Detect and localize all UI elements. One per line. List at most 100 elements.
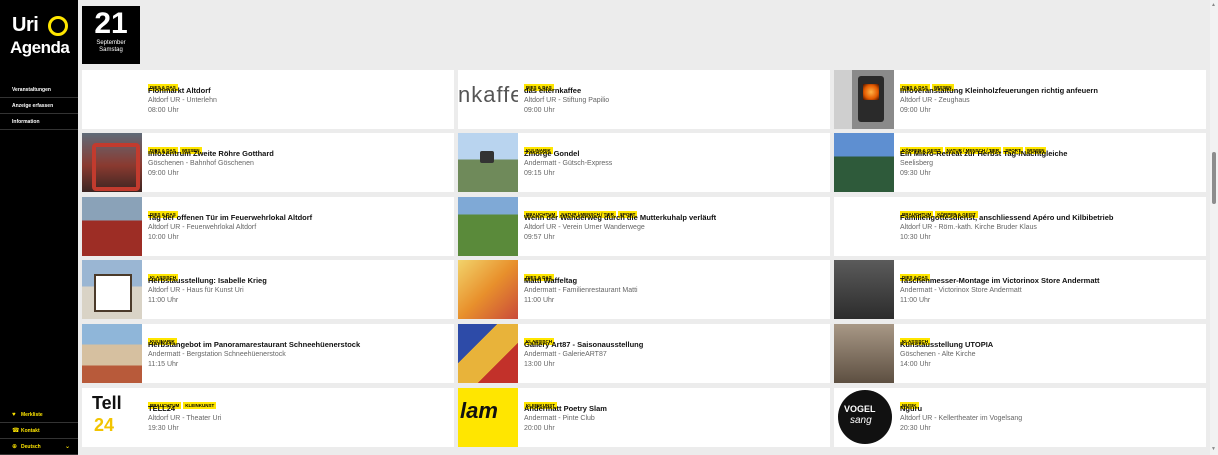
event-thumbnail [82, 260, 142, 319]
event-title[interactable]: Matti Waffeltag [524, 276, 824, 286]
event-title[interactable]: Zmorge Gondel [524, 149, 824, 159]
event-tags: Körper & Geist Natur / Mensch / Tier Sport… [900, 139, 1200, 154]
nav-item-veranstaltungen[interactable]: Veranstaltungen [0, 82, 78, 98]
kontakt-label: Kontakt [21, 428, 40, 434]
event-body: Musik Nguru Altdorf UR - Kellertheater im … [900, 394, 1200, 434]
scroll-down-icon[interactable]: ▼ [1211, 446, 1216, 452]
event-location: Altdorf UR - Verein Urner Wanderwege [524, 224, 645, 231]
event-thumbnail: lam [458, 388, 518, 447]
event-location: Altdorf UR - Unterlehn [148, 97, 217, 104]
event-body: Dies & Das Taschenmesser-Montage im Victo… [900, 266, 1200, 306]
event-title[interactable]: Nguru [900, 404, 1200, 414]
event-thumbnail [458, 324, 518, 383]
event-card[interactable]: Dies & Das Flohmarkt Altdorf Altdorf UR - … [82, 70, 454, 129]
nav-item-information[interactable]: Information [0, 114, 78, 130]
date-weekday: Samstag [99, 47, 123, 53]
event-time: 20:00 Uhr [524, 425, 555, 432]
event-thumbnail: VOGEL sang [834, 388, 894, 447]
category-tag[interactable]: Kleinkunst [183, 402, 217, 409]
event-body: Klassisch Herbstausstellung: Isabelle Kri… [148, 266, 448, 306]
event-time: 11:00 Uhr [148, 297, 179, 304]
scroll-thumb[interactable] [1212, 152, 1216, 204]
event-card[interactable]: Brauchtum Körper & Geist Familiengottesdie… [834, 197, 1206, 256]
event-body: Körper & Geist Natur / Mensch / Tier Sport… [900, 139, 1200, 179]
event-title[interactable]: Gallery Art87 - Saisonausstellung [524, 340, 824, 350]
globe-icon: ⊕ [12, 444, 18, 450]
event-title[interactable]: Herbstausstellung: Isabelle Krieg [148, 276, 448, 286]
event-title[interactable]: Herbstangebot im Panoramarestaurant Schn… [148, 340, 448, 350]
event-title[interactable]: Kunstausstellung UTOPIA [900, 340, 1200, 350]
event-card[interactable]: Kulinarik Zmorge Gondel Andermatt - Gütsch… [458, 133, 830, 192]
event-body: Dies & Das Tag der offenen Tür im Feuerwe… [148, 203, 448, 243]
event-card[interactable]: lam Kleinkunst Andermatt Poetry Slam Anderm… [458, 388, 830, 447]
event-location: Andermatt - GalerieART87 [524, 351, 607, 358]
event-card[interactable]: Brauchtum Natur / Mensch / Tier Sport Wenn … [458, 197, 830, 256]
event-location: Altdorf UR - Haus für Kunst Uri [148, 287, 244, 294]
event-title[interactable]: Andermatt Poetry Slam [524, 404, 824, 414]
event-card[interactable]: Klassisch Kunstausstellung UTOPIA Göschene… [834, 324, 1206, 383]
event-tags: Klassisch [900, 330, 1200, 345]
event-body: Dies & Das Flohmarkt Altdorf Altdorf UR - … [148, 76, 448, 116]
scroll-up-icon[interactable]: ▲ [1211, 2, 1216, 8]
language-select[interactable]: ⊕ Deutsch ⌄ [0, 439, 78, 455]
app-root: Uri Agenda Veranstaltungen Anzeige erfas… [0, 0, 1218, 455]
thumb-text-2: sang [850, 415, 872, 426]
event-title[interactable]: das elternkaffee [524, 86, 824, 96]
event-card[interactable]: Dies & Das Taschenmesser-Montage im Victo… [834, 260, 1206, 319]
event-row: Dies & Das Flohmarkt Altdorf Altdorf UR - … [82, 70, 1208, 129]
event-title[interactable]: Familiengottesdienst, anschliessend Apér… [900, 213, 1200, 223]
uri-agenda-logo[interactable]: Uri Agenda [4, 8, 74, 64]
event-tags: Kulinarik [148, 330, 448, 345]
event-body: Kulinarik Zmorge Gondel Andermatt - Gütsch… [524, 139, 824, 179]
event-time: 14:00 Uhr [900, 361, 931, 368]
event-body: Dies & Das Matti Waffeltag Andermatt - Fam… [524, 266, 824, 306]
event-body: Dies & Das Wissen Infozentrum Zweite Röhre… [148, 139, 448, 179]
event-card[interactable]: Dies & Das Tag der offenen Tür im Feuerwe… [82, 197, 454, 256]
thumb-text: lam [460, 398, 498, 423]
event-tags: Kulinarik [524, 139, 824, 154]
date-tile[interactable]: 21 September Samstag [82, 6, 140, 64]
event-location: Altdorf UR - Kellertheater im Vogelsang [900, 415, 1023, 422]
event-tags: Brauchtum Körper & Geist [900, 203, 1200, 218]
logo-agenda-text: Agenda [10, 38, 70, 57]
scrollbar[interactable]: ▲ ▼ [1210, 0, 1218, 455]
event-card[interactable]: nkaffe Dies & Das das elternkaffee Altdorf … [458, 70, 830, 129]
event-tags: Brauchtum Kleinkunst [148, 394, 448, 409]
event-card[interactable]: Tell 24 Brauchtum Kleinkunst TELL24 Altdorf U… [82, 388, 454, 447]
merkliste-link[interactable]: ♥ Merkliste [0, 407, 78, 423]
event-card[interactable]: Körper & Geist Natur / Mensch / Tier Sport… [834, 133, 1206, 192]
event-time: 11:00 Uhr [524, 297, 555, 304]
event-card[interactable]: VOGEL sang Musik Nguru Altdorf UR - Kellerth… [834, 388, 1206, 447]
event-time: 08:00 Uhr [148, 107, 179, 114]
event-card[interactable]: Dies & Das Wissen Infoveranstaltung Kleinh… [834, 70, 1206, 129]
kontakt-link[interactable]: ☎ Kontakt [0, 423, 78, 439]
event-row: Tell 24 Brauchtum Kleinkunst TELL24 Altdorf U… [82, 388, 1208, 447]
event-card[interactable]: Dies & Das Matti Waffeltag Andermatt - Fam… [458, 260, 830, 319]
event-card[interactable]: Kulinarik Herbstangebot im Panoramarestau… [82, 324, 454, 383]
event-time: 09:15 Uhr [524, 170, 555, 177]
event-title[interactable]: Tag der offenen Tür im Feuerwehrlokal Al… [148, 213, 448, 223]
thumb-text: nkaffe [458, 82, 518, 107]
event-time: 11:15 Uhr [148, 361, 179, 368]
nav-item-anzeige-erfassen[interactable]: Anzeige erfassen [0, 98, 78, 114]
sidebar-bottom: ♥ Merkliste ☎ Kontakt ⊕ Deutsch ⌄ [0, 407, 78, 455]
event-card[interactable]: Klassisch Herbstausstellung: Isabelle Kri… [82, 260, 454, 319]
event-title[interactable]: Infozentrum Zweite Röhre Gotthard [148, 149, 448, 159]
event-title[interactable]: Taschenmesser-Montage im Victorinox Stor… [900, 276, 1200, 286]
event-location: Andermatt - Bergstation Schneehüenerstoc… [148, 351, 286, 358]
event-location: Altdorf UR - Zeughaus [900, 97, 970, 104]
main-nav: Veranstaltungen Anzeige erfassen Informa… [0, 82, 78, 130]
event-title[interactable]: Infoveranstaltung Kleinholzfeuerungen ri… [900, 86, 1200, 96]
event-title[interactable]: Ein Mikro-Retreat zur Herbst Tag-/Nachtg… [900, 149, 1200, 159]
event-title[interactable]: Flohmarkt Altdorf [148, 86, 448, 96]
language-label: Deutsch [21, 444, 41, 450]
event-location: Altdorf UR - Röm.-kath. Kirche Bruder Kl… [900, 224, 1037, 231]
event-location: Göschenen - Alte Kirche [900, 351, 976, 358]
logo-ring-icon [48, 16, 68, 36]
event-card[interactable]: Dies & Das Wissen Infozentrum Zweite Röhre… [82, 133, 454, 192]
event-tags: Dies & Das Wissen [148, 139, 448, 154]
event-card[interactable]: Klassisch Gallery Art87 - Saisonausstellu… [458, 324, 830, 383]
event-title[interactable]: Wenn der Wanderweg durch die Mutterkuhal… [524, 213, 824, 223]
event-row: Dies & Das Tag der offenen Tür im Feuerwe… [82, 197, 1208, 256]
event-time: 09:30 Uhr [900, 170, 931, 177]
